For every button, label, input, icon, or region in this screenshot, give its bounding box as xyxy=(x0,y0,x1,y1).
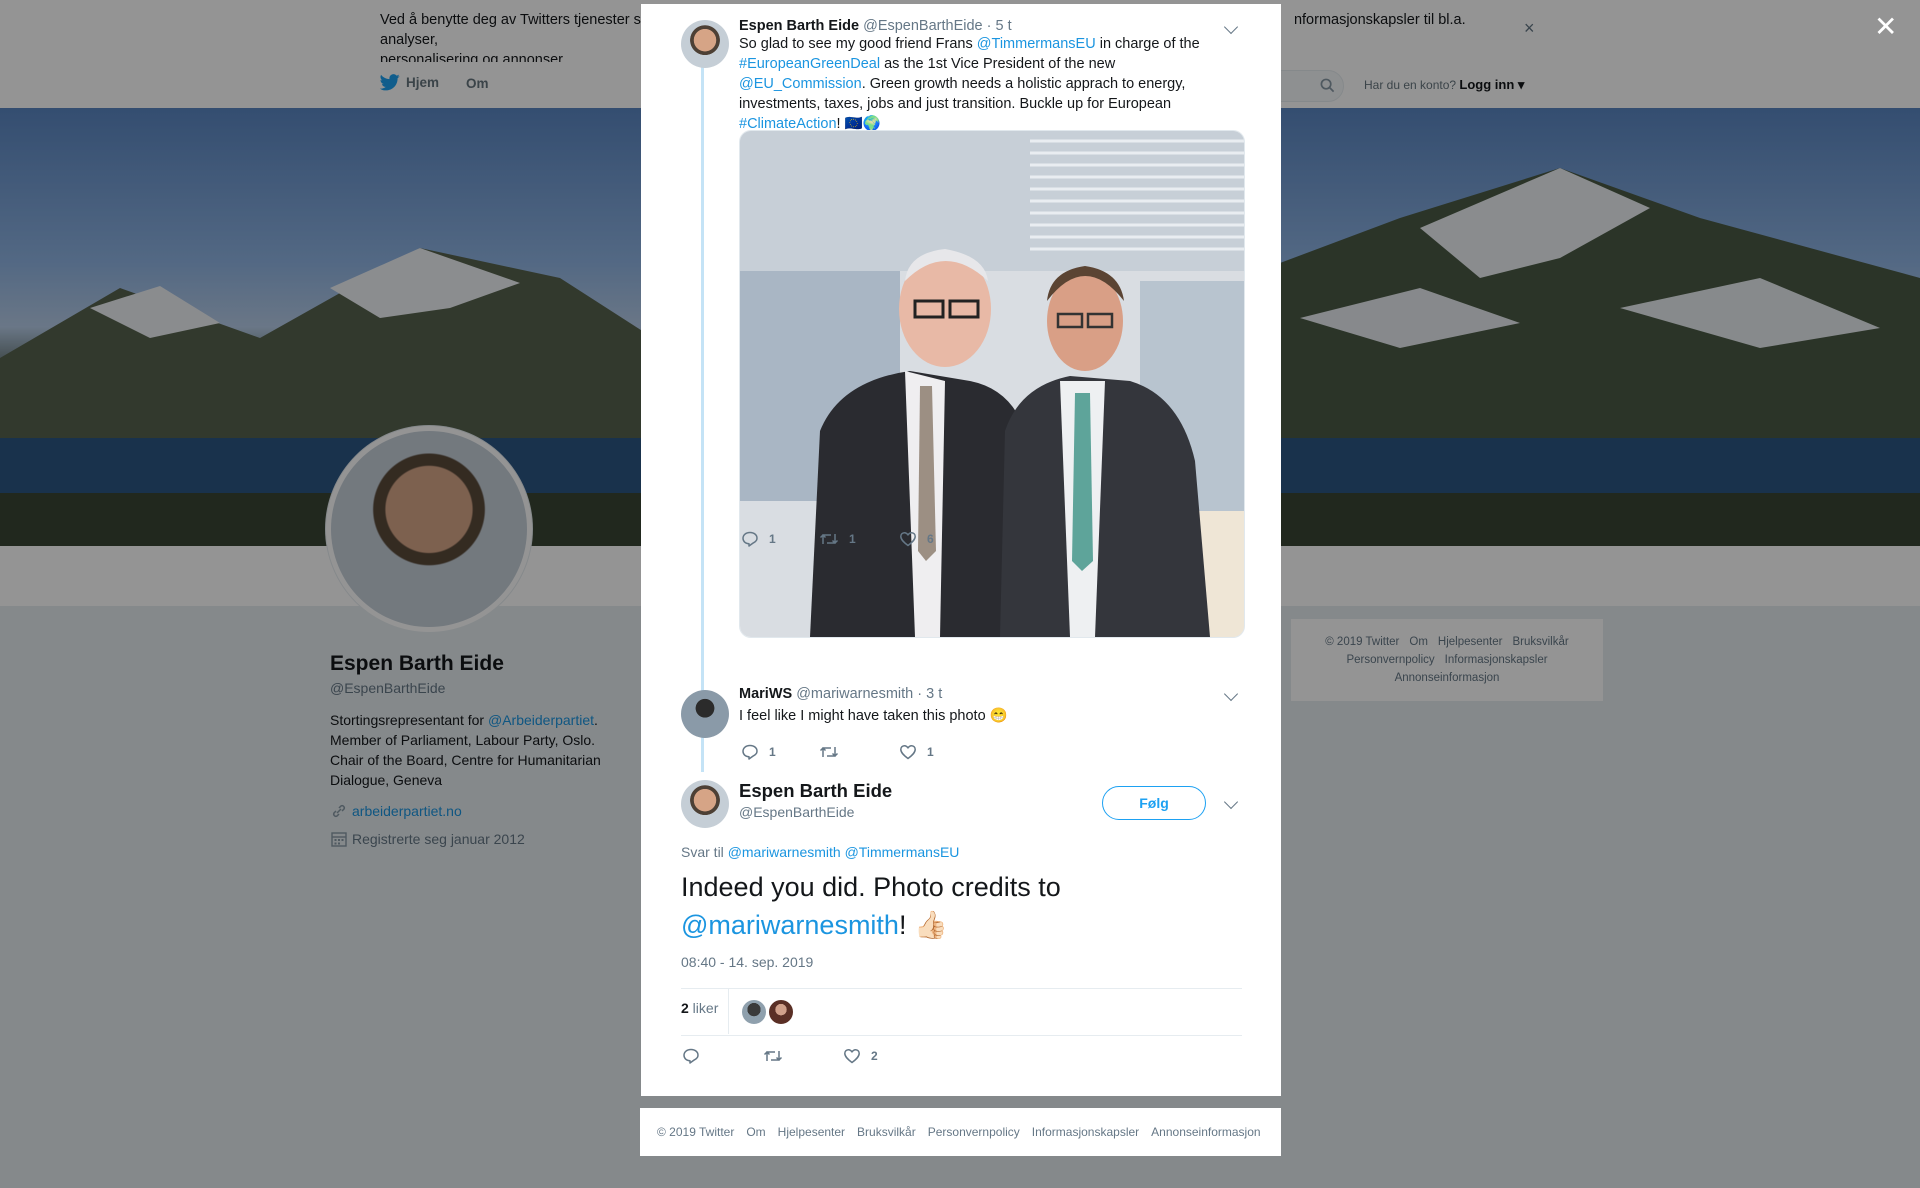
tweet1-text-part: as the 1st Vice President of the new xyxy=(880,56,1116,72)
reply-to-line: Svar til @mariwarnesmith @TimmermansEU xyxy=(681,844,959,860)
main-tweet-menu-chevron-down-icon[interactable] xyxy=(1223,794,1239,810)
tweet2-retweet-button[interactable] xyxy=(819,743,899,761)
close-icon[interactable]: ✕ xyxy=(1874,10,1897,43)
main-like-count: 2 xyxy=(871,1049,878,1063)
reply-to-mention-timmermans[interactable]: @TimmermansEU xyxy=(845,844,960,860)
tweet1-reply-count: 1 xyxy=(769,532,776,546)
heart-icon xyxy=(844,1048,860,1064)
tweet1-reply-button[interactable]: 1 xyxy=(741,530,819,548)
main-tweet-actions: 2 xyxy=(682,1047,878,1065)
tweet2-name[interactable]: MariWS xyxy=(739,686,792,702)
tweet1-text: So glad to see my good friend Frans @Tim… xyxy=(739,34,1239,134)
main-reply-button[interactable] xyxy=(682,1047,763,1065)
tweet2-menu-chevron-down-icon[interactable] xyxy=(1223,686,1239,702)
footer-ads-info[interactable]: Annonseinformasjon xyxy=(1151,1125,1260,1139)
main-tweet-handle[interactable]: @EspenBarthEide xyxy=(739,804,854,820)
tweet1-time[interactable]: · 5 t xyxy=(987,18,1012,34)
tweet2-reply-button[interactable]: 1 xyxy=(741,743,819,761)
footer-cookies[interactable]: Informasjonskapsler xyxy=(1032,1125,1139,1139)
tweet-modal: Espen Barth Eide @EspenBarthEide · 5 t S… xyxy=(641,4,1281,1096)
likes-separator xyxy=(728,988,729,1034)
tweet1-retweet-count: 1 xyxy=(849,532,856,546)
follow-button[interactable]: Følg xyxy=(1102,786,1206,820)
main-tweet-avatar[interactable] xyxy=(681,780,729,828)
tweet2-avatar[interactable] xyxy=(681,690,729,738)
footer-help[interactable]: Hjelpesenter xyxy=(778,1125,845,1139)
tweet2-time[interactable]: · 3 t xyxy=(917,686,942,702)
main-tweet-mention[interactable]: @mariwarnesmith xyxy=(681,910,899,940)
footer-privacy[interactable]: Personvernpolicy xyxy=(928,1125,1020,1139)
divider xyxy=(681,1035,1242,1036)
tweet2-like-count: 1 xyxy=(927,745,934,759)
tweet2-reply-count: 1 xyxy=(769,745,776,759)
reply-icon xyxy=(742,744,758,760)
tweet1-photo[interactable] xyxy=(739,130,1245,638)
main-tweet-text-part: Indeed you did. Photo credits to xyxy=(681,872,1061,902)
tweet2-like-button[interactable]: 1 xyxy=(899,743,934,761)
tweet1-retweet-button[interactable]: 1 xyxy=(819,530,899,548)
likes-word: liker xyxy=(688,1000,719,1016)
main-tweet-text-part: ! 👍🏻 xyxy=(898,910,948,940)
reply-icon xyxy=(683,1048,699,1064)
main-tweet-text: Indeed you did. Photo credits to @mariwa… xyxy=(681,868,1221,944)
heart-icon xyxy=(900,744,916,760)
footer-about[interactable]: Om xyxy=(746,1125,765,1139)
liker-avatar[interactable] xyxy=(768,999,794,1025)
modal-footer: © 2019 Twitter Om Hjelpesenter Bruksvilk… xyxy=(640,1108,1281,1156)
tweet2-text: I feel like I might have taken this phot… xyxy=(739,708,1008,724)
tweet1-mention-eu-commission[interactable]: @EU_Commission xyxy=(739,76,862,92)
tweet1-avatar[interactable] xyxy=(681,20,729,68)
tweet2-handle[interactable]: @mariwarnesmith xyxy=(796,686,913,702)
tweet1-like-button[interactable]: 6 xyxy=(899,530,934,548)
reply-to-label: Svar til xyxy=(681,844,728,860)
tweet1-handle[interactable]: @EspenBarthEide xyxy=(863,18,983,34)
tweet1-hashtag-greendeal[interactable]: #EuropeanGreenDeal xyxy=(739,56,880,72)
tweet2-actions: 1 1 xyxy=(741,743,934,761)
main-like-button[interactable]: 2 xyxy=(843,1047,878,1065)
two-men-photo xyxy=(740,131,1244,637)
tweet1-menu-chevron-down-icon[interactable] xyxy=(1223,19,1239,35)
main-tweet-timestamp[interactable]: 08:40 - 14. sep. 2019 xyxy=(681,954,813,970)
tweet1-actions: 1 1 6 xyxy=(741,530,934,548)
reply-to-mention-mariwarnesmith[interactable]: @mariwarnesmith xyxy=(728,844,841,860)
thread-line xyxy=(701,60,704,772)
retweet-icon xyxy=(763,1050,783,1062)
reply-icon xyxy=(742,531,758,547)
tweet1-header: Espen Barth Eide @EspenBarthEide · 5 t xyxy=(739,18,1012,34)
tweet1-mention-timmermans[interactable]: @TimmermansEU xyxy=(977,36,1096,52)
liker-avatar[interactable] xyxy=(741,999,767,1025)
footer-terms[interactable]: Bruksvilkår xyxy=(857,1125,916,1139)
likes-count[interactable]: 2 liker xyxy=(681,1000,718,1016)
retweet-icon xyxy=(819,746,839,758)
tweet1-name[interactable]: Espen Barth Eide xyxy=(739,18,859,34)
retweet-icon xyxy=(819,533,839,545)
tweet1-text-part: So glad to see my good friend Frans xyxy=(739,36,977,52)
tweet2-header: MariWS @mariwarnesmith · 3 t xyxy=(739,686,942,702)
heart-icon xyxy=(900,531,916,547)
main-retweet-button[interactable] xyxy=(763,1047,843,1065)
divider xyxy=(681,988,1242,989)
likes-number: 2 xyxy=(681,1000,689,1016)
tweet1-text-part: in charge of the xyxy=(1095,36,1200,52)
main-tweet-name[interactable]: Espen Barth Eide xyxy=(739,780,892,802)
footer-copyright: © 2019 Twitter xyxy=(657,1125,735,1139)
tweet1-like-count: 6 xyxy=(927,532,934,546)
